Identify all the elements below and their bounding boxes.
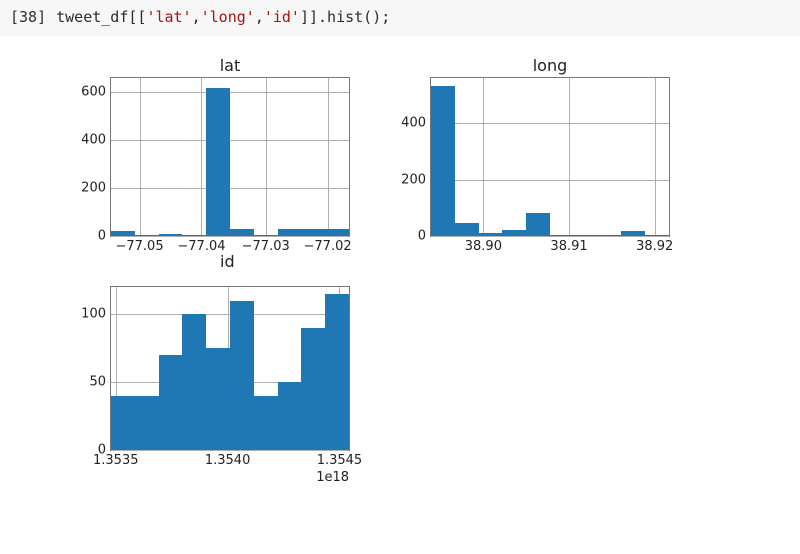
gridline (140, 78, 141, 236)
histogram-bar (135, 396, 159, 450)
histogram-bar (455, 223, 479, 236)
x-tick-label: −77.05 (115, 236, 163, 254)
histogram-bar (111, 396, 135, 450)
histogram-bar (325, 229, 349, 236)
axis-offset-text: 1e18 (316, 450, 349, 485)
y-tick-label: 0 (418, 229, 431, 244)
axes-long: 020040038.9038.9138.92 (430, 77, 670, 237)
gridline (201, 78, 202, 236)
histogram-bar (550, 235, 574, 236)
subplot-title: long (430, 56, 670, 75)
histogram-bar (206, 88, 230, 236)
gridline (266, 78, 267, 236)
y-tick-label: 400 (401, 116, 431, 131)
subplot-lat: lat 0200400600−77.05−77.04−77.03−77.02 (110, 56, 350, 237)
x-tick-label: −77.03 (242, 236, 290, 254)
histogram-bar (206, 348, 230, 450)
histogram-bar (182, 235, 206, 236)
subplot-id: 0501001.35351.35401.35451e18 (110, 286, 350, 451)
histogram-bar (431, 86, 455, 236)
histogram-bar (111, 231, 135, 236)
code-token: , (192, 8, 201, 26)
histogram-bar (230, 301, 254, 450)
histogram-bar (598, 235, 622, 236)
gridline (111, 188, 349, 189)
subplot-title-id: id (220, 252, 235, 271)
x-tick-label: 38.90 (465, 236, 502, 254)
x-tick-label: 1.3535 (93, 450, 139, 468)
y-tick-label: 100 (81, 307, 111, 322)
axes-id: 0501001.35351.35401.35451e18 (110, 286, 350, 451)
y-tick-label: 0 (98, 229, 111, 244)
x-tick-label: −77.04 (177, 236, 225, 254)
histogram-bar (301, 229, 325, 236)
gridline (655, 78, 656, 236)
y-tick-label: 200 (401, 172, 431, 187)
histogram-bar (135, 235, 159, 236)
code-string: 'long' (201, 8, 255, 26)
x-tick-label: 38.91 (550, 236, 587, 254)
code-token: ]].hist(); (300, 8, 390, 26)
code-string: 'id' (264, 8, 300, 26)
histogram-bar (230, 229, 254, 236)
histogram-grid: lat 0200400600−77.05−77.04−77.03−77.02 l… (60, 56, 680, 526)
axes-lat: 0200400600−77.05−77.04−77.03−77.02 (110, 77, 350, 237)
subplot-long: long 020040038.9038.9138.92 (430, 56, 670, 237)
histogram-bar (182, 314, 206, 450)
histogram-bar (621, 231, 645, 236)
code-string: 'lat' (146, 8, 191, 26)
y-tick-label: 200 (81, 181, 111, 196)
subplot-title: lat (110, 56, 350, 75)
histogram-bar (254, 396, 278, 450)
histogram-bar (645, 235, 669, 236)
y-tick-label: 400 (81, 133, 111, 148)
cell-prompt: [38] (10, 8, 46, 26)
code-cell: [38] tweet_df[['lat','long','id']].hist(… (0, 0, 800, 36)
histogram-bar (301, 328, 325, 450)
histogram-bar (574, 235, 598, 236)
gridline (111, 140, 349, 141)
histogram-bar (278, 382, 302, 450)
x-tick-label: 38.92 (636, 236, 673, 254)
histogram-bar (278, 229, 302, 236)
histogram-bar (325, 294, 349, 450)
gridline (111, 92, 349, 93)
x-tick-label: −77.02 (304, 236, 352, 254)
code-line: tweet_df[['lat','long','id']].hist(); (56, 8, 390, 26)
gridline (431, 123, 669, 124)
code-token: tweet_df[[ (56, 8, 146, 26)
gridline (569, 78, 570, 236)
histogram-bar (159, 355, 183, 450)
y-tick-label: 50 (89, 375, 111, 390)
code-token: , (255, 8, 264, 26)
y-tick-label: 600 (81, 85, 111, 100)
gridline (328, 78, 329, 236)
cell-output: lat 0200400600−77.05−77.04−77.03−77.02 l… (0, 36, 800, 526)
histogram-bar (502, 230, 526, 236)
gridline (431, 180, 669, 181)
histogram-bar (159, 234, 183, 236)
histogram-bar (254, 235, 278, 236)
x-tick-label: 1.3540 (205, 450, 251, 468)
gridline (483, 78, 484, 236)
histogram-bar (479, 233, 503, 236)
histogram-bar (526, 213, 550, 236)
